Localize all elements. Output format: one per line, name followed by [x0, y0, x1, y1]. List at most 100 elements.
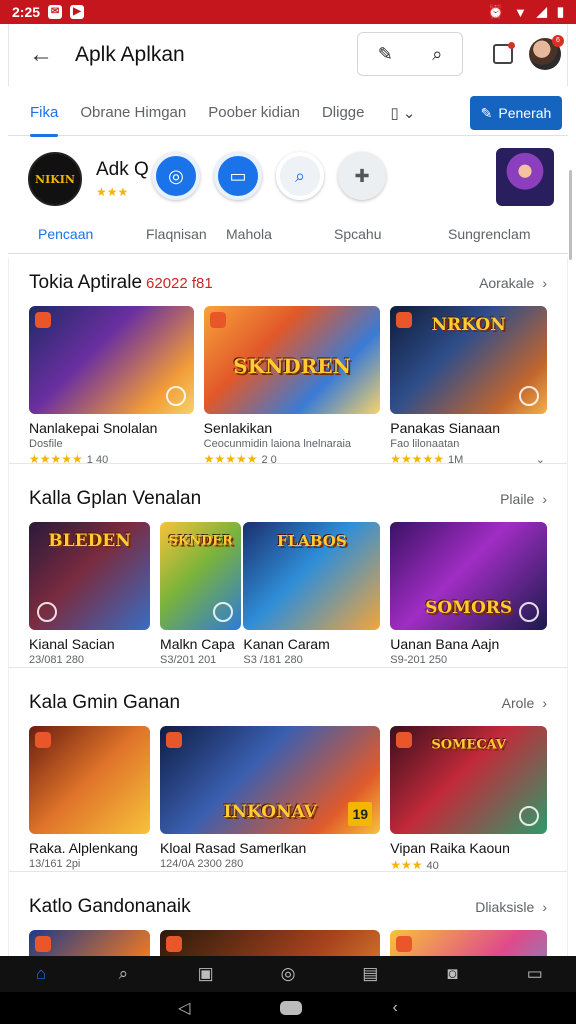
card-subtitle: S9-201 250 — [390, 654, 448, 666]
app-card[interactable]: SOMECAV Vipan Raika Kaoun ★★★ 40 — [390, 726, 547, 872]
signal-icon: ◢ — [536, 4, 547, 19]
search-app-icon[interactable]: ⌕ — [276, 152, 324, 200]
section-3: Kala Gmin Ganan Arole › Raka. Alplenkang … — [9, 668, 567, 872]
card-title: Nanlakepai Snolalan — [29, 420, 158, 436]
edit-icon: ✎ — [480, 104, 493, 121]
subtab-spcahu[interactable]: Spcahu — [334, 226, 381, 242]
card-title: Kanan Caram — [243, 636, 330, 652]
app-card[interactable]: SKNDER Malkn Capa S3/201 201 — [160, 522, 242, 666]
chevron-right-icon: › — [542, 275, 547, 291]
search-icon[interactable]: ⌕ — [432, 44, 442, 65]
section-title: Tokia Aptirale 62022 f81 — [29, 272, 213, 293]
card-image — [390, 930, 547, 956]
compass-icon[interactable]: ◎ — [275, 961, 301, 987]
app-card[interactable]: INKONAV 19 Kloal Rasad Samerlkan 124/0A 2… — [160, 726, 381, 872]
tab-dligge[interactable]: Dligge — [322, 90, 365, 136]
back-nav-icon[interactable]: ◁ — [178, 998, 190, 1018]
bottom-nav: ⌂ ⌕ ▣ ◎ ▤ ◙ ▭ — [0, 956, 576, 992]
subtab-sungrenclam[interactable]: Sungrenclam — [448, 226, 531, 242]
subtab-flaqnisan[interactable]: Flaqnisan — [146, 226, 207, 242]
featured-app-row: NIKIN Adk Q ★★★ ◎ ▭ ⌕ ✚ — [28, 146, 556, 212]
search-bar[interactable]: ✎ ⌕ — [357, 32, 463, 76]
battery-icon: ▮ — [556, 4, 564, 19]
card-title: Kianal Sacian — [29, 636, 115, 652]
status-bar: 2:25 ✉ ▶ ⏰ ▼ ◢ ▮ — [0, 0, 576, 24]
card-title: Senlakikan — [203, 420, 273, 436]
notifications-icon[interactable] — [493, 42, 515, 64]
card-image: BLEDEN — [29, 522, 151, 630]
section-more-link[interactable]: Plaile › — [500, 491, 547, 507]
youtube-icon: ▶ — [70, 5, 85, 19]
pen-icon[interactable]: ✎ — [378, 44, 393, 65]
puzzle-icon[interactable]: ✚ — [338, 152, 386, 200]
app-card[interactable] — [29, 930, 151, 956]
app-card[interactable] — [390, 930, 547, 956]
home-pill-icon[interactable] — [280, 1001, 303, 1015]
back-button[interactable]: ← — [21, 35, 61, 75]
app-card[interactable]: Raka. Alplenkang 13/161 2pi — [29, 726, 151, 872]
section-more-link[interactable]: Dliaksisle › — [475, 899, 547, 915]
card-image: SOMORS — [390, 522, 547, 630]
scrollbar[interactable] — [569, 170, 572, 260]
card-subtitle: 13/161 2pi — [29, 858, 81, 870]
card-subtitle: 23/081 280 — [29, 654, 85, 666]
app-rating: ★★★ — [96, 185, 129, 199]
card-subtitle: Ceocunmidin laiona lnelnaraia — [203, 438, 352, 450]
section-title: Katlo Gandonanaik — [29, 896, 191, 917]
card-subtitle: 124/0A 2300 280 — [160, 858, 244, 870]
system-nav-bar: ◁ ‹ — [0, 992, 576, 1024]
chevron-right-icon: › — [542, 899, 547, 915]
car-icon[interactable]: ▭ — [214, 152, 262, 200]
search-icon[interactable]: ⌕ — [110, 961, 136, 987]
app-thumbnail[interactable] — [496, 148, 554, 206]
bookmark-dropdown[interactable]: ▯ ⌄ — [391, 104, 416, 122]
card-image — [29, 306, 194, 414]
app-name: Adk Q — [96, 159, 149, 180]
app-info: Adk Q ★★★ — [96, 159, 149, 199]
library-icon[interactable]: ▭ — [522, 961, 548, 987]
app-card[interactable]: SOMORS Uanan Bana Aajn S9-201 250 — [390, 522, 547, 666]
section-2: Kalla Gplan Venalan Plaile › BLEDEN Kiana… — [9, 464, 567, 668]
app-bar: ← Aplk Aplkan ✎ ⌕ 6 — [8, 24, 568, 86]
app-logo[interactable]: NIKIN — [28, 152, 82, 206]
app-card[interactable]: NRKON Panakas Sianaan Fao lilonaatan ★★★… — [390, 306, 547, 466]
section-more-link[interactable]: Arole › — [502, 695, 547, 711]
app-card[interactable] — [160, 930, 381, 956]
subtab-mahola[interactable]: Mahola — [226, 226, 272, 242]
content-feed: Tokia Aptirale 62022 f81 Aorakale › Nanlak… — [8, 258, 568, 956]
app-card[interactable]: Nanlakepai Snolalan Dosfile ★★★★★ 1 40 — [29, 306, 194, 466]
games-icon[interactable]: ◙ — [440, 961, 466, 987]
recents-icon[interactable]: ‹ — [392, 999, 397, 1017]
notification-badge: 6 — [552, 35, 564, 47]
section-more-link[interactable]: Aorakale › — [479, 275, 547, 291]
alarm-icon: ⏰ — [487, 4, 504, 19]
subtab-pencaan[interactable]: Pencaan — [38, 226, 93, 242]
tab-fika[interactable]: Fika — [30, 90, 59, 137]
avatar[interactable]: 6 — [529, 35, 564, 70]
section-title: Kalla Gplan Venalan — [29, 488, 202, 509]
card-image — [29, 726, 151, 834]
inbox-icon[interactable]: ▤ — [357, 961, 383, 987]
primary-action-button[interactable]: ✎ Penerah — [470, 96, 562, 130]
card-subtitle: Dosfile — [29, 438, 63, 450]
game-controller-icon[interactable]: ◎ — [152, 152, 200, 200]
card-image: SKNDREN — [203, 306, 381, 414]
app-card[interactable]: BLEDEN Kianal Sacian 23/081 280 — [29, 522, 151, 666]
apps-icon[interactable]: ▣ — [193, 961, 219, 987]
status-time: 2:25 — [12, 4, 41, 20]
quick-icons: ◎ ▭ ⌕ ✚ — [152, 152, 386, 200]
tab-obrane[interactable]: Obrane Himgan — [80, 90, 186, 136]
chevron-right-icon: › — [542, 695, 547, 711]
card-badge: 19 — [348, 802, 373, 826]
tab-poober[interactable]: Poober kidian — [208, 90, 300, 136]
app-card[interactable]: FLABOS Kanan Caram S3 /181 280 — [243, 522, 381, 666]
primary-action-label: Penerah — [498, 105, 552, 121]
section-4: Katlo Gandonanaik Dliaksisle › — [9, 872, 567, 956]
card-subtitle: S3 /181 280 — [243, 654, 303, 666]
card-subtitle: Fao lilonaatan — [390, 438, 460, 450]
arrow-left-icon: ← — [29, 41, 53, 68]
app-card[interactable]: SKNDREN Senlakikan Ceocunmidin laiona ln… — [203, 306, 381, 466]
card-image: NRKON — [390, 306, 547, 414]
message-icon: ✉ — [48, 5, 63, 19]
home-icon[interactable]: ⌂ — [28, 961, 54, 987]
